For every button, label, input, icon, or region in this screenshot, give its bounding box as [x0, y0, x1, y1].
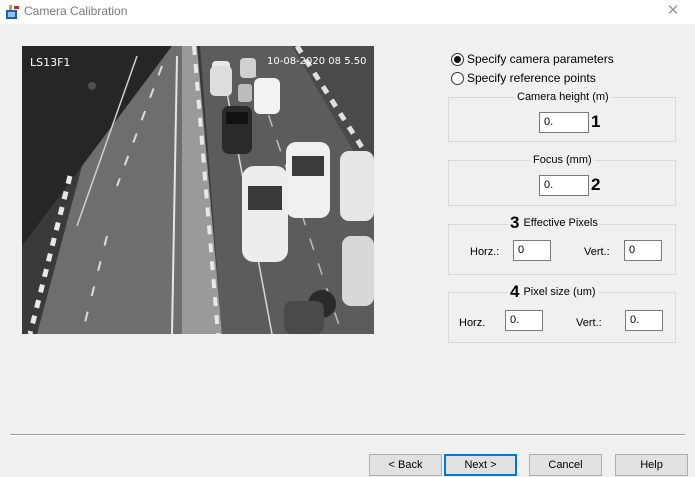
effective-pixels-legend: 3 Effective Pixels [508, 213, 600, 233]
help-button[interactable]: Help [615, 454, 688, 476]
focus-field[interactable]: 0. [539, 175, 589, 196]
marker-4: 4 [510, 282, 520, 301]
camera-preview: LS13F1 10-08-2020 08 5.50 [22, 46, 374, 334]
camera-calibration-app-icon [6, 5, 19, 19]
marker-2: 2 [591, 175, 601, 194]
close-icon[interactable]: ✕ [656, 0, 690, 24]
next-button[interactable]: Next > [444, 454, 517, 476]
pixel-size-legend: 4 Pixel size (um) [508, 282, 598, 302]
camera-id-overlay: LS13F1 [30, 56, 71, 69]
cancel-button[interactable]: Cancel [529, 454, 602, 476]
radio-button-selected[interactable] [451, 52, 464, 66]
camera-height-label: Camera height (m) [515, 91, 611, 103]
effective-pixels-vert-field[interactable]: 0 [624, 240, 662, 261]
radio-label: Specify camera parameters [467, 52, 614, 66]
marker-3: 3 [510, 213, 520, 232]
pixel-size-label: Pixel size (um) [523, 286, 596, 298]
radio-specify-reference-points[interactable]: Specify reference points [451, 70, 596, 86]
pixel-size-horz-label: Horz. [459, 317, 486, 329]
pixel-size-horz-field[interactable]: 0. [505, 310, 543, 331]
camera-preview-image [22, 46, 374, 334]
camera-timestamp-overlay: 10-08-2020 08 5.50 [267, 56, 367, 67]
marker-1: 1 [591, 112, 601, 131]
window-title: Camera Calibration [24, 4, 128, 18]
back-button[interactable]: < Back [369, 454, 442, 476]
radio-button[interactable] [451, 71, 464, 85]
effective-pixels-vert-label: Vert.: [584, 246, 610, 258]
focus-label: Focus (mm) [531, 154, 594, 166]
effective-pixels-label: Effective Pixels [523, 217, 598, 229]
radio-specify-camera-parameters[interactable]: Specify camera parameters [451, 51, 614, 67]
pixel-size-vert-field[interactable]: 0. [625, 310, 663, 331]
pixel-size-vert-label: Vert.: [576, 317, 602, 329]
effective-pixels-horz-label: Horz.: [470, 246, 500, 258]
camera-height-field[interactable]: 0. [539, 112, 589, 133]
footer-separator [10, 434, 685, 436]
radio-label: Specify reference points [467, 71, 596, 85]
effective-pixels-horz-field[interactable]: 0 [513, 240, 551, 261]
